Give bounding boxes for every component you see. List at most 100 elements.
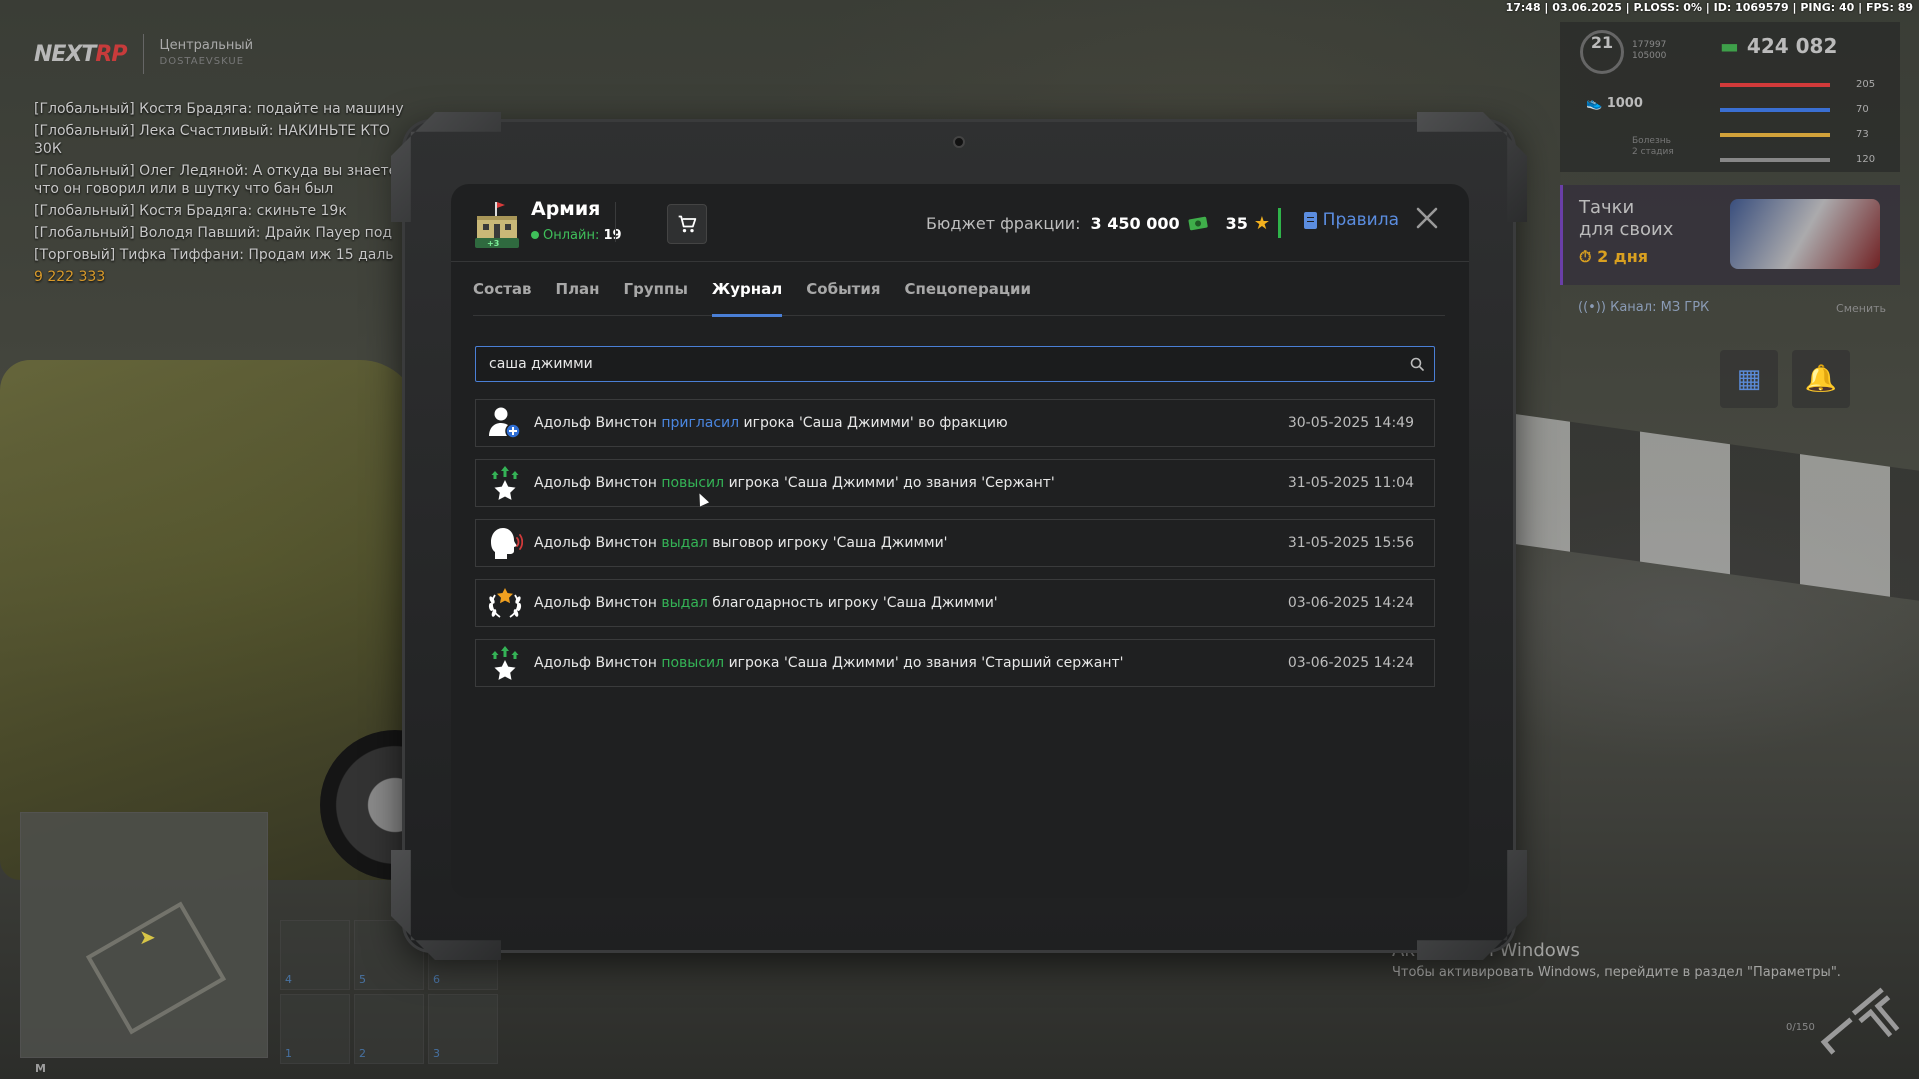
journal-action: выдал <box>661 535 708 551</box>
journal-list: Адольф Винстон пригласил игрока 'Саша Дж… <box>475 399 1435 699</box>
journal-actor: Адольф Винстон <box>534 475 657 491</box>
journal-date: 31-05-2025 15:56 <box>1287 535 1414 551</box>
journal-date: 03-06-2025 14:24 <box>1287 595 1414 611</box>
journal-entry-text: Адольф Винстон пригласил игрока 'Саша Дж… <box>534 415 1274 431</box>
tab-plan[interactable]: План <box>544 262 612 316</box>
reprimand-icon <box>476 526 534 560</box>
rules-button[interactable]: Правила <box>1303 210 1399 230</box>
journal-actor: Адольф Винстон <box>534 595 657 611</box>
bell-icon[interactable]: 🔔 <box>1792 350 1850 408</box>
log-search <box>475 346 1435 382</box>
sickness-status: Болезнь 2 стадия <box>1632 136 1674 157</box>
star-icon: ★ <box>1253 212 1270 234</box>
budget-label: Бюджет фракции: <box>925 213 1081 233</box>
journal-entry: Адольф Винстон выдал благодарность игрок… <box>475 579 1435 627</box>
panel-header: +3 Армия Онлайн: 19 Бюджет фракции: 3 45… <box>451 184 1469 262</box>
player-money: ▬ 424 082 <box>1720 34 1838 58</box>
logo-separator <box>142 34 144 74</box>
user-add-icon <box>476 406 534 440</box>
journal-date: 03-06-2025 14:24 <box>1287 655 1414 671</box>
stat-bars: 205 70 73 120 <box>1720 72 1890 172</box>
stat-bar <box>1720 132 1830 137</box>
faction-online: Онлайн: 19 <box>531 228 622 243</box>
faction-budget: Бюджет фракции: 3 450 000 35 ★ <box>926 207 1281 239</box>
calendar-icon[interactable]: ▦ <box>1720 350 1778 408</box>
cart-icon <box>678 215 697 233</box>
online-dot-icon <box>531 231 539 239</box>
chat-message: [Глобальный] Володя Павший: Драйк Пауер … <box>34 225 393 241</box>
minimap: ➤ M <box>20 812 268 1075</box>
hotbar-slot[interactable]: 2 <box>354 994 424 1064</box>
tab-groups[interactable]: Группы <box>612 262 700 316</box>
hotbar-slot[interactable]: 3 <box>428 994 498 1064</box>
promo-banner[interactable]: Тачки для своих ⏱ 2 дня <box>1560 185 1900 285</box>
voice-channel: ((•)) Канал: МЗ ГРК Сменить <box>1578 300 1886 315</box>
journal-entry-text: Адольф Винстон повысил игрока 'Саша Джим… <box>534 655 1274 671</box>
stat-value: 205 <box>1856 79 1876 90</box>
journal-details: игрока 'Саша Джимми' во фракцию <box>743 415 1008 431</box>
cash-icon: ▬ <box>1720 34 1739 58</box>
journal-entry-text: Адольф Винстон выдал выговор игроку 'Саш… <box>534 535 1274 551</box>
stat-bar <box>1720 82 1830 87</box>
promo-timer: ⏱ 2 дня <box>1579 247 1649 266</box>
journal-entry-text: Адольф Винстон повысил игрока 'Саша Джим… <box>534 475 1274 491</box>
journal-entry-text: Адольф Винстон выдал благодарность игрок… <box>534 595 1274 611</box>
chat-message: [Торговый] Тифка Тиффани: Продам иж 15 д… <box>34 247 394 263</box>
stat-bar <box>1720 107 1830 112</box>
stat-bar-row: 120 <box>1720 147 1890 172</box>
journal-entry: Адольф Винстон повысил игрока 'Саша Джим… <box>475 459 1435 507</box>
switch-channel-button[interactable]: Сменить <box>1836 302 1886 315</box>
panel-tabs: Состав План Группы Журнал События Спецопераци… <box>473 262 1445 317</box>
chat-message: [Глобальный] Олег Ледяной: А откуда вы з… <box>34 163 398 197</box>
chat-message: [Глобальный] Костя Брадяга: скиньте 19к <box>34 203 347 219</box>
journal-actor: Адольф Винстон <box>534 535 657 551</box>
tab-members[interactable]: Состав <box>473 262 544 316</box>
journal-entry: Адольф Винстон выдал выговор игроку 'Саш… <box>475 519 1435 567</box>
promo-title: Тачки для своих <box>1579 197 1674 240</box>
journal-action: повысил <box>661 655 725 671</box>
journal-entry: Адольф Винстон пригласил игрока 'Саша Дж… <box>475 399 1435 447</box>
journal-details: благодарность игроку 'Саша Джимми' <box>712 595 998 611</box>
stat-value: 70 <box>1856 104 1869 115</box>
document-icon <box>1303 211 1317 229</box>
player-arrow-icon: ➤ <box>139 925 156 949</box>
journal-date: 30-05-2025 14:49 <box>1287 415 1414 431</box>
close-icon[interactable] <box>1413 204 1441 232</box>
minimap-key: M <box>35 1062 46 1075</box>
search-input[interactable] <box>476 347 1434 381</box>
budget-accent-line <box>1278 208 1281 238</box>
journal-action: пригласил <box>661 415 740 431</box>
player-speed: 👟 1000 <box>1586 96 1643 111</box>
chat-message: [Глобальный] Костя Брадяга: подайте на м… <box>34 101 404 117</box>
promote-icon <box>476 465 534 501</box>
minimap-road <box>85 901 227 1035</box>
svg-text:+3: +3 <box>487 239 499 248</box>
hud-shortcuts: ▦ 🔔 <box>1720 350 1850 408</box>
hotbar-slot[interactable]: 1 <box>280 994 350 1064</box>
journal-entry: Адольф Винстон повысил игрока 'Саша Джим… <box>475 639 1435 687</box>
journal-details: игрока 'Саша Джимми' до звания 'Сержант' <box>728 475 1055 491</box>
stat-value: 120 <box>1856 154 1876 165</box>
promo-cars-image <box>1730 199 1880 269</box>
chat-message: 9 222 333 <box>34 269 106 285</box>
faction-panel: +3 Армия Онлайн: 19 Бюджет фракции: 3 45… <box>451 184 1469 898</box>
journal-actor: Адольф Винстон <box>534 655 657 671</box>
promote-icon <box>476 645 534 681</box>
laurel-icon <box>476 586 534 620</box>
tab-special-ops[interactable]: Спецоперации <box>892 262 1043 316</box>
army-faction-icon: +3 <box>475 202 519 248</box>
stat-bar <box>1720 157 1830 162</box>
search-icon[interactable] <box>1410 357 1424 371</box>
faction-stars-value: 35 <box>1225 213 1248 233</box>
server-name: Центральный DOSTAEVSKUE <box>159 38 254 67</box>
radio-icon: ((•)) <box>1578 300 1606 315</box>
road-barrier <box>1480 409 1919 601</box>
hotbar-slot[interactable]: 4 <box>280 920 350 990</box>
journal-actor: Адольф Винстон <box>534 415 657 431</box>
shop-cart-button[interactable] <box>667 204 707 244</box>
chat-log: [Глобальный] Костя Брадяга: подайте на м… <box>34 100 414 290</box>
cash-icon <box>1188 216 1208 231</box>
tab-events[interactable]: События <box>794 262 892 316</box>
tab-journal[interactable]: Журнал <box>700 262 794 317</box>
header-separator <box>615 202 616 242</box>
